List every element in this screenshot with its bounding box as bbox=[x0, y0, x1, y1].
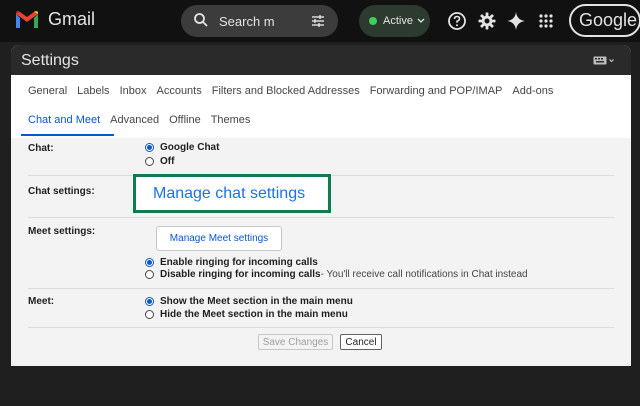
tab-inbox[interactable]: Inbox bbox=[115, 85, 152, 97]
tab-themes[interactable]: Themes bbox=[206, 114, 256, 126]
tab-labels[interactable]: Labels bbox=[72, 85, 114, 97]
tab-advanced[interactable]: Advanced bbox=[105, 114, 164, 126]
filter-icon[interactable] bbox=[310, 13, 326, 29]
chevron-down-icon bbox=[417, 18, 425, 23]
radio-unchecked-icon[interactable] bbox=[145, 157, 154, 166]
status-selector[interactable]: Active bbox=[359, 5, 430, 37]
status-dot-icon bbox=[369, 17, 377, 25]
keyboard-icon[interactable] bbox=[593, 56, 615, 65]
active-tab-indicator bbox=[21, 134, 114, 136]
meet-ringing-disable-option[interactable]: Disable ringing for incoming calls - You… bbox=[145, 269, 528, 280]
top-bar: Gmail Active bbox=[0, 0, 640, 42]
gmail-logo[interactable]: Gmail bbox=[14, 9, 95, 30]
tab-offline[interactable]: Offline bbox=[164, 114, 206, 126]
radio-checked-icon[interactable] bbox=[145, 297, 154, 306]
settings-header: Settings bbox=[11, 45, 631, 75]
tab-addons[interactable]: Add-ons bbox=[507, 85, 558, 97]
chat-option-off[interactable]: Off bbox=[145, 156, 174, 167]
gemini-sparkle-icon[interactable] bbox=[506, 11, 526, 31]
gear-icon[interactable] bbox=[477, 11, 497, 31]
radio-checked-icon[interactable] bbox=[145, 258, 154, 267]
account-button[interactable]: Google bbox=[569, 4, 640, 37]
account-label: Google bbox=[579, 10, 638, 30]
divider bbox=[28, 327, 614, 328]
gmail-logo-icon bbox=[16, 10, 38, 28]
radio-checked-icon[interactable] bbox=[145, 143, 154, 152]
cancel-button[interactable]: Cancel bbox=[340, 334, 382, 350]
tab-filters[interactable]: Filters and Blocked Addresses bbox=[207, 85, 365, 97]
divider bbox=[28, 288, 614, 289]
meet-hide-section-option[interactable]: Hide the Meet section in the main menu bbox=[145, 309, 348, 320]
apps-grid-icon[interactable] bbox=[536, 11, 556, 31]
meet-show-section-option[interactable]: Show the Meet section in the main menu bbox=[145, 296, 353, 307]
meet-ringing-enable-option[interactable]: Enable ringing for incoming calls bbox=[145, 257, 318, 268]
settings-tabs-row-1: General Labels Inbox Accounts Filters an… bbox=[21, 79, 558, 103]
tab-forwarding[interactable]: Forwarding and POP/IMAP bbox=[365, 85, 508, 97]
meet-settings-label: Meet settings: bbox=[28, 226, 96, 237]
search-input[interactable] bbox=[219, 11, 299, 31]
manage-chat-settings-link[interactable]: Manage chat settings bbox=[153, 185, 305, 203]
manage-meet-settings-button[interactable]: Manage Meet settings bbox=[156, 226, 282, 251]
page-title: Settings bbox=[21, 52, 79, 69]
chat-label: Chat: bbox=[28, 143, 54, 154]
settings-panel: Settings General Labels Inbox Accounts F… bbox=[11, 45, 631, 366]
chat-option-google-chat[interactable]: Google Chat bbox=[145, 142, 219, 153]
chat-settings-label: Chat settings: bbox=[28, 186, 95, 197]
status-label: Active bbox=[383, 15, 413, 27]
settings-content bbox=[11, 138, 631, 366]
save-changes-button[interactable]: Save Changes bbox=[258, 334, 333, 350]
tab-general[interactable]: General bbox=[21, 85, 72, 97]
radio-unchecked-icon[interactable] bbox=[145, 270, 154, 279]
help-icon[interactable] bbox=[447, 11, 467, 31]
app-name: Gmail bbox=[48, 9, 96, 29]
radio-unchecked-icon[interactable] bbox=[145, 310, 154, 319]
tab-accounts[interactable]: Accounts bbox=[151, 85, 206, 97]
divider bbox=[28, 217, 614, 218]
tab-chat-and-meet[interactable]: Chat and Meet bbox=[21, 114, 105, 126]
meet-label: Meet: bbox=[28, 296, 55, 307]
search-bar[interactable] bbox=[181, 5, 338, 37]
manage-chat-settings-button[interactable]: Manage chat settings bbox=[133, 174, 331, 213]
settings-tabs-row-2: Chat and Meet Advanced Offline Themes bbox=[21, 108, 255, 132]
search-icon[interactable] bbox=[193, 12, 209, 28]
